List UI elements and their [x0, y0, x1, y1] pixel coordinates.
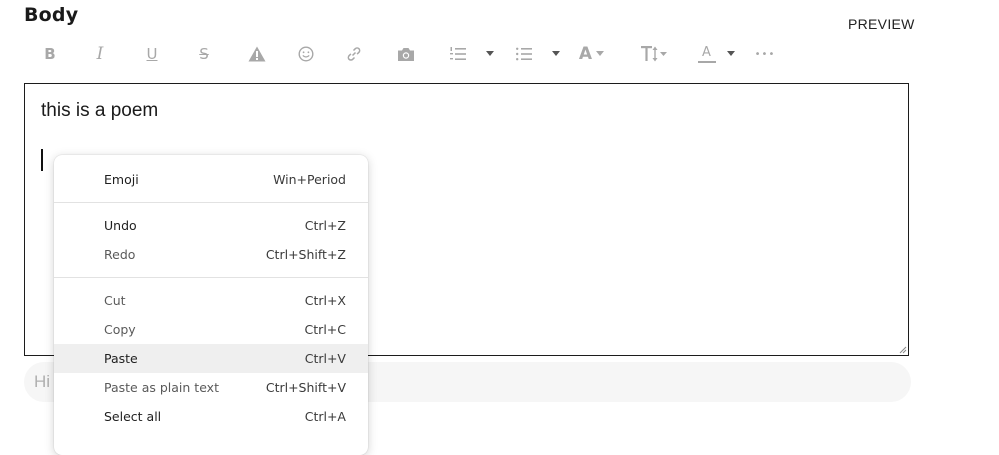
section-heading: Body	[24, 4, 79, 26]
text-cursor	[41, 149, 43, 171]
numbered-list-icon	[449, 47, 466, 60]
font-icon: A	[578, 44, 593, 64]
menu-item-shortcut: Ctrl+Shift+Z	[265, 247, 346, 262]
menu-item-copy[interactable]: Copy Ctrl+C	[54, 315, 368, 344]
menu-item-undo[interactable]: Undo Ctrl+Z	[54, 211, 368, 240]
menu-item-label: Paste	[104, 351, 138, 366]
menu-item-label: Redo	[104, 247, 136, 262]
more-button[interactable]: •••	[754, 40, 776, 68]
text-size-icon	[641, 46, 667, 62]
bold-icon: B	[44, 45, 56, 63]
emoji-icon	[298, 46, 314, 62]
menu-item-paste[interactable]: Paste Ctrl+V	[54, 344, 368, 373]
menu-item-label: Undo	[104, 218, 137, 233]
chevron-down-icon	[551, 51, 560, 56]
font-button[interactable]: A	[576, 40, 608, 68]
menu-item-label: Cut	[104, 293, 126, 308]
more-icon: •••	[754, 48, 776, 60]
chevron-down-icon	[726, 51, 735, 56]
menu-item-label: Copy	[104, 322, 136, 337]
menu-item-redo[interactable]: Redo Ctrl+Shift+Z	[54, 240, 368, 269]
menu-item-shortcut: Win+Period	[273, 172, 346, 187]
underline-button[interactable]: U	[144, 40, 160, 68]
resize-handle-icon[interactable]	[898, 345, 907, 354]
menu-item-paste-plain-text[interactable]: Paste as plain text Ctrl+Shift+V	[54, 373, 368, 402]
menu-item-shortcut: Ctrl+X	[304, 293, 346, 308]
menu-item-label: Paste as plain text	[104, 380, 219, 395]
bullet-list-button[interactable]	[512, 40, 564, 68]
menu-item-select-all[interactable]: Select all Ctrl+A	[54, 402, 368, 431]
context-menu: Emoji Win+Period Undo Ctrl+Z Redo Ctrl+S…	[54, 155, 368, 455]
bold-button[interactable]: B	[42, 40, 58, 68]
strikethrough-button[interactable]: S	[196, 40, 212, 68]
chevron-down-icon	[485, 51, 494, 56]
menu-item-shortcut: Ctrl+Shift+V	[265, 380, 346, 395]
menu-item-cut[interactable]: Cut Ctrl+X	[54, 286, 368, 315]
camera-icon	[398, 47, 414, 61]
italic-button[interactable]: I	[92, 40, 108, 68]
editor-text: this is a poem	[41, 100, 159, 121]
link-icon	[347, 47, 361, 61]
menu-item-shortcut: Ctrl+Z	[304, 218, 346, 233]
strikethrough-icon: S	[199, 45, 209, 63]
bullet-list-icon	[515, 47, 532, 61]
preview-button[interactable]: PREVIEW	[848, 16, 915, 32]
warning-button[interactable]	[246, 40, 268, 68]
menu-item-emoji[interactable]: Emoji Win+Period	[54, 165, 368, 194]
link-button[interactable]	[344, 40, 364, 68]
menu-item-label: Select all	[104, 409, 162, 424]
warning-icon	[248, 46, 266, 62]
underline-icon: U	[146, 45, 158, 63]
numbered-list-button[interactable]	[446, 40, 498, 68]
emoji-button[interactable]	[296, 40, 316, 68]
menu-item-label: Emoji	[104, 172, 139, 187]
camera-button[interactable]	[396, 40, 416, 68]
formatting-toolbar: B I U S A A •••	[24, 40, 824, 68]
text-size-button[interactable]	[638, 40, 670, 68]
italic-icon: I	[96, 44, 104, 64]
menu-item-shortcut: Ctrl+V	[304, 351, 346, 366]
text-color-button[interactable]: A	[694, 40, 740, 68]
menu-separator	[54, 202, 368, 203]
chevron-down-icon	[596, 51, 605, 56]
text-color-icon: A	[697, 45, 716, 63]
menu-item-shortcut: Ctrl+A	[304, 409, 346, 424]
menu-separator	[54, 277, 368, 278]
menu-item-shortcut: Ctrl+C	[304, 322, 346, 337]
